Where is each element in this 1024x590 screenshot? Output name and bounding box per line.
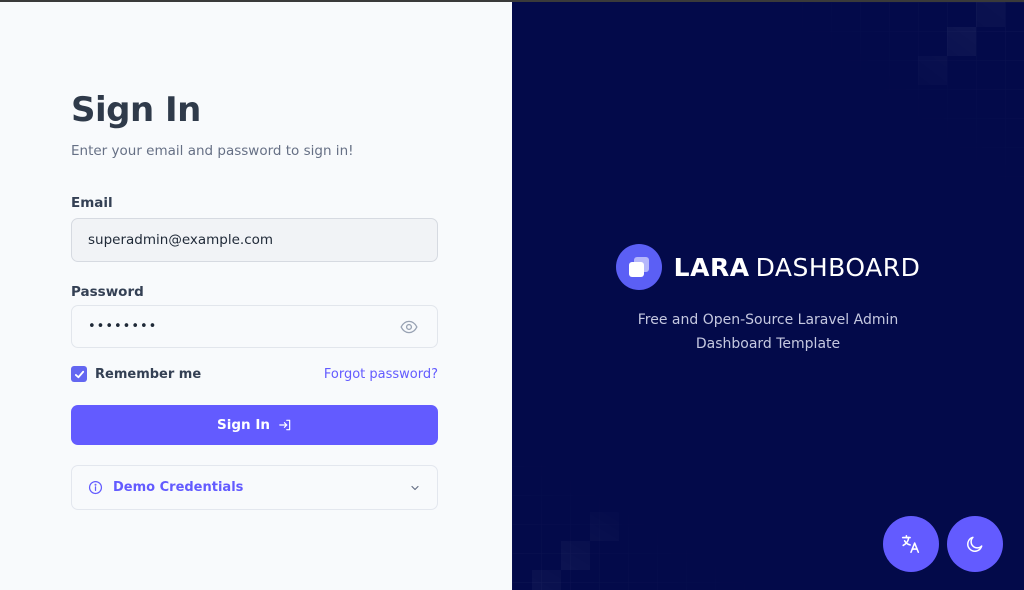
arrow-right-to-bracket-icon <box>279 419 291 431</box>
tagline-line-1: Free and Open-Source Laravel Admin <box>637 312 899 328</box>
tagline-line-2: Dashboard Template <box>695 336 841 352</box>
login-screen: Sign In Enter your email and password to… <box>0 0 1024 590</box>
info-icon <box>88 480 103 495</box>
signin-panel: Sign In Enter your email and password to… <box>0 2 512 590</box>
remember-me-checkbox[interactable]: Remember me <box>71 366 201 382</box>
signin-form: Sign In Enter your email and password to… <box>71 90 438 510</box>
brand-logo: LARA DASHBOARD <box>512 244 1024 290</box>
language-switch-button[interactable] <box>883 516 939 572</box>
brand-name-light: DASHBOARD <box>755 252 921 282</box>
page-subtitle: Enter your email and password to sign in… <box>71 143 354 159</box>
eye-icon[interactable] <box>399 318 419 336</box>
page-title: Sign In <box>71 90 201 130</box>
logo-icon <box>615 244 662 290</box>
grid-pattern <box>512 2 1024 590</box>
signin-button-label: Sign In <box>217 417 270 433</box>
brand-name-bold: LARA <box>673 252 750 282</box>
demo-credentials-accordion[interactable]: Demo Credentials <box>71 465 438 510</box>
brand-panel: LARA DASHBOARD Free and Open-Source Larav… <box>512 2 1024 590</box>
forgot-password-link[interactable]: Forgot password? <box>324 367 438 382</box>
password-label: Password <box>71 284 144 300</box>
password-field-wrapper <box>71 305 438 348</box>
brand-name: LARA DASHBOARD <box>674 253 921 282</box>
email-field[interactable] <box>71 218 438 262</box>
checkbox-checked-icon[interactable] <box>71 366 87 382</box>
theme-toggle-button[interactable] <box>947 516 1003 572</box>
translate-icon <box>901 534 920 554</box>
remember-me-label: Remember me <box>95 366 202 382</box>
brand-tagline: Free and Open-Source Laravel Admin Dashb… <box>512 308 1024 356</box>
chevron-down-icon <box>411 485 419 490</box>
moon-icon <box>967 536 983 552</box>
demo-credentials-label: Demo Credentials <box>113 480 244 495</box>
email-label: Email <box>71 195 113 211</box>
password-field[interactable] <box>72 306 382 347</box>
signin-button[interactable]: Sign In <box>71 405 438 445</box>
